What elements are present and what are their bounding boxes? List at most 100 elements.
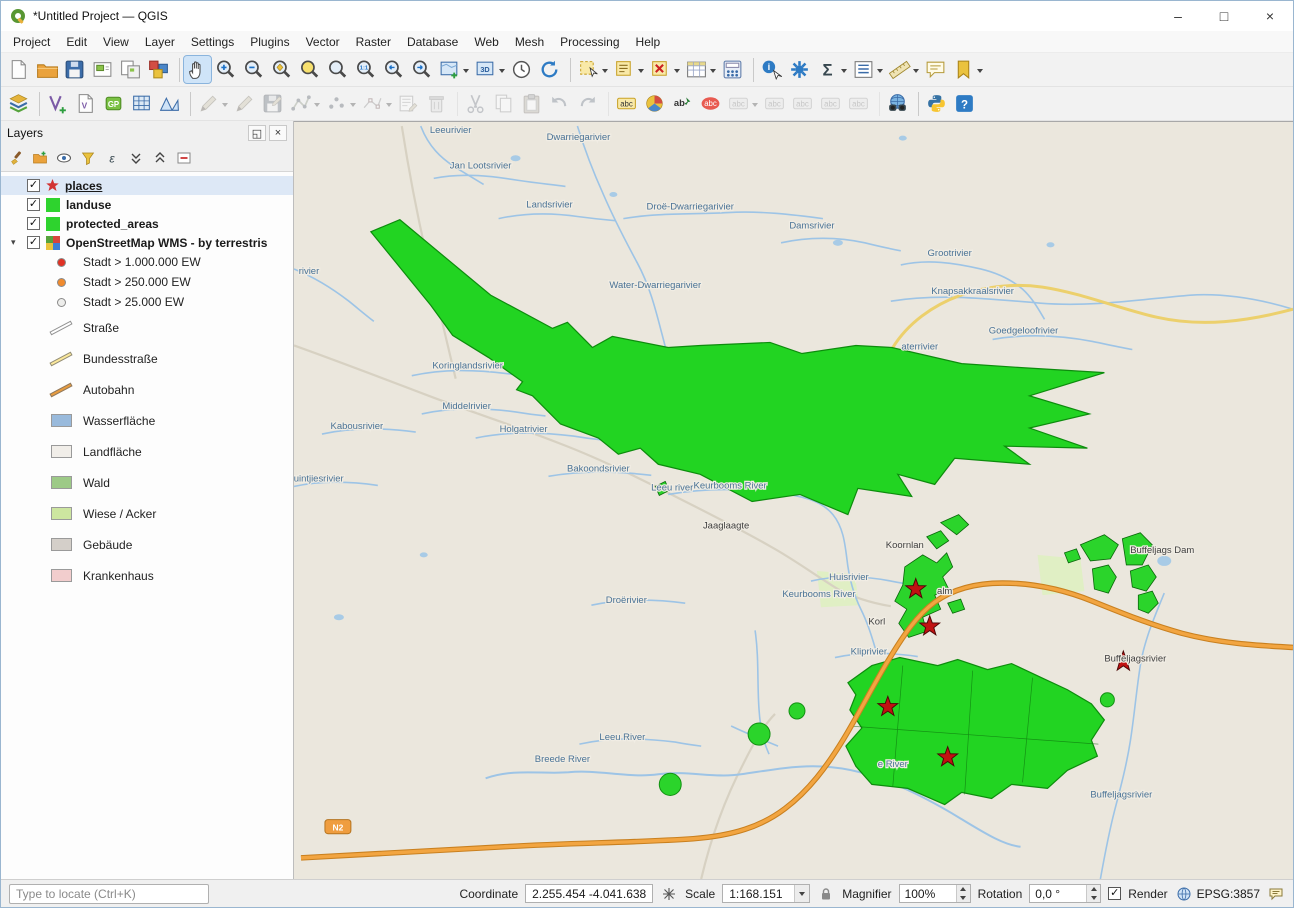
dropdown-arrow-icon[interactable] — [752, 103, 758, 110]
menu-item[interactable]: Raster — [348, 33, 399, 51]
save-project[interactable] — [61, 56, 88, 83]
magnifier-spin-buttons[interactable] — [956, 885, 970, 902]
new-print-layout[interactable] — [89, 56, 116, 83]
expand-all[interactable] — [125, 147, 147, 169]
rotation-value[interactable]: 0,0 ° — [1030, 887, 1086, 901]
label-tool-extra[interactable] — [845, 90, 872, 117]
crs-badge[interactable]: EPSG:3857 — [1175, 885, 1260, 903]
paste-features[interactable] — [518, 90, 545, 117]
rotation-spin-buttons[interactable] — [1086, 885, 1100, 902]
statistical-summary[interactable] — [814, 56, 849, 83]
dropdown-arrow-icon[interactable] — [386, 103, 392, 110]
show-hide-labels[interactable] — [725, 90, 760, 117]
layer-diagram[interactable] — [641, 90, 668, 117]
copy-features[interactable] — [490, 90, 517, 117]
measure[interactable] — [886, 56, 921, 83]
lock-scale-icon[interactable] — [817, 885, 835, 903]
current-edits[interactable] — [195, 90, 230, 117]
menu-item[interactable]: View — [95, 33, 137, 51]
layer-item[interactable]: places — [1, 176, 293, 195]
layer-visibility-checkbox[interactable] — [27, 236, 40, 249]
scale-combo[interactable]: 1:168.151 — [722, 884, 810, 903]
delete-selected[interactable] — [423, 90, 450, 117]
open-layer-styling[interactable] — [5, 147, 27, 169]
field-calculator[interactable] — [719, 56, 746, 83]
titlebar[interactable]: *Untitled Project — QGIS –□× — [1, 1, 1293, 31]
attributes-list[interactable] — [850, 56, 885, 83]
new-mesh-layer[interactable] — [156, 90, 183, 117]
deselect-all[interactable] — [647, 56, 682, 83]
dropdown-arrow-icon[interactable] — [499, 69, 505, 76]
zoom-full[interactable] — [268, 56, 295, 83]
move-label[interactable] — [761, 90, 788, 117]
refresh[interactable] — [536, 56, 563, 83]
vertex-tool[interactable] — [359, 90, 394, 117]
menu-item[interactable]: Layer — [137, 33, 183, 51]
magnifier-value[interactable]: 100% — [900, 887, 956, 901]
locate-input[interactable] — [9, 884, 209, 904]
redo[interactable] — [574, 90, 601, 117]
open-attribute-table[interactable] — [683, 56, 718, 83]
zoom-in[interactable] — [212, 56, 239, 83]
close-panel-button[interactable]: × — [269, 125, 287, 141]
extents-icon[interactable] — [660, 885, 678, 903]
map-tips[interactable] — [922, 56, 949, 83]
dropdown-arrow-icon[interactable] — [463, 69, 469, 76]
dropdown-arrow-icon[interactable] — [602, 69, 608, 76]
render-checkbox[interactable] — [1108, 887, 1121, 900]
cut-features[interactable] — [462, 90, 489, 117]
layer-item[interactable]: landuse — [1, 195, 293, 214]
new-geopackage-layer[interactable] — [100, 90, 127, 117]
menu-item[interactable]: Edit — [58, 33, 95, 51]
layer-labeling[interactable] — [613, 90, 640, 117]
open-project[interactable] — [33, 56, 60, 83]
osm-place-search[interactable] — [884, 90, 911, 117]
dropdown-arrow-icon[interactable] — [222, 103, 228, 110]
minimize-button[interactable]: – — [1155, 1, 1201, 31]
layer-visibility-checkbox[interactable] — [27, 217, 40, 230]
show-layout-manager[interactable] — [117, 56, 144, 83]
toggle-editing[interactable] — [231, 90, 258, 117]
style-manager[interactable] — [145, 56, 172, 83]
add-vector-layer[interactable] — [44, 90, 71, 117]
dropdown-arrow-icon[interactable] — [841, 69, 847, 76]
change-label[interactable] — [817, 90, 844, 117]
new-bookmark[interactable] — [950, 56, 985, 83]
digitize-with-segment[interactable] — [287, 90, 322, 117]
open-data-source-manager[interactable] — [5, 90, 32, 117]
menu-item[interactable]: Processing — [552, 33, 627, 51]
zoom-next[interactable] — [408, 56, 435, 83]
manage-map-themes[interactable] — [53, 147, 75, 169]
zoom-to-selection[interactable] — [296, 56, 323, 83]
modify-attributes[interactable] — [395, 90, 422, 117]
zoom-out[interactable] — [240, 56, 267, 83]
filter-by-expression[interactable] — [101, 147, 123, 169]
new-3d-map-view[interactable] — [472, 56, 507, 83]
zoom-to-layer[interactable] — [324, 56, 351, 83]
add-group[interactable] — [29, 147, 51, 169]
processing-toolbox[interactable] — [786, 56, 813, 83]
select-by-form[interactable] — [611, 56, 646, 83]
messages-icon[interactable] — [1267, 885, 1285, 903]
menu-item[interactable]: Project — [5, 33, 58, 51]
save-layer-edits[interactable] — [259, 90, 286, 117]
maximize-button[interactable]: □ — [1201, 1, 1247, 31]
layer-item[interactable]: protected_areas — [1, 214, 293, 233]
temporal-controller[interactable] — [508, 56, 535, 83]
layer-visibility-checkbox[interactable] — [27, 179, 40, 192]
rotate-label[interactable] — [789, 90, 816, 117]
highlight-pinned-labels[interactable] — [697, 90, 724, 117]
menu-item[interactable]: Web — [466, 33, 506, 51]
new-project[interactable] — [5, 56, 32, 83]
layer-visibility-checkbox[interactable] — [27, 198, 40, 211]
layer-tree[interactable]: places landuse protected_areas — [1, 171, 293, 879]
undo[interactable] — [546, 90, 573, 117]
menu-item[interactable]: Plugins — [242, 33, 297, 51]
menu-item[interactable]: Database — [399, 33, 466, 51]
map-canvas[interactable]: LeeurivierDwarriegarivierJan Lootsrivier… — [294, 122, 1293, 879]
dropdown-arrow-icon[interactable] — [877, 69, 883, 76]
dropdown-arrow-icon[interactable] — [314, 103, 320, 110]
menu-item[interactable]: Settings — [183, 33, 242, 51]
menu-item[interactable]: Help — [628, 33, 669, 51]
scale-dropdown-icon[interactable] — [794, 885, 809, 902]
